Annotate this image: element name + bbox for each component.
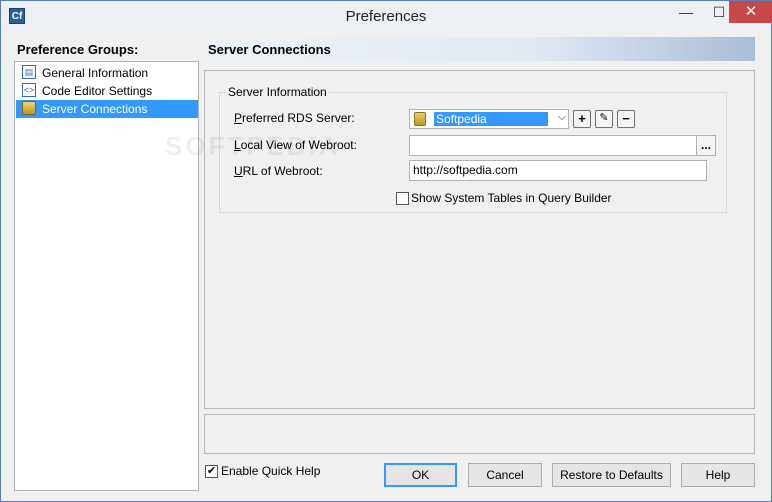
url-of-webroot-input[interactable]: http://softpedia.com: [409, 160, 707, 181]
server-icon: [414, 112, 426, 126]
general-info-icon: ▤: [22, 65, 36, 79]
preferences-window: Cf Preferences — ☐ ✕ Preference Groups: …: [0, 0, 772, 502]
url-of-webroot-label-mnemonic: U: [234, 164, 243, 178]
preference-groups-tree[interactable]: ▤ General Information <> Code Editor Set…: [14, 61, 199, 491]
tree-item-label: General Information: [42, 66, 149, 80]
show-system-tables-label: Show System Tables in Query Builder: [411, 191, 612, 205]
section-header: Server Connections: [204, 37, 755, 61]
enable-quick-help-checkbox[interactable]: ✔: [205, 465, 218, 478]
preferred-rds-server-label-mnemonic: P: [234, 111, 243, 125]
server-connections-icon: [22, 101, 36, 115]
tree-item-general-information[interactable]: ▤ General Information: [16, 64, 198, 82]
url-of-webroot-label: URL of Webroot:: [234, 164, 323, 178]
preference-groups-title: Preference Groups:: [17, 42, 139, 57]
ok-button[interactable]: OK: [384, 463, 457, 487]
group-title: Server Information: [226, 85, 329, 99]
tree-item-server-connections[interactable]: Server Connections: [16, 100, 198, 118]
tree-item-code-editor-settings[interactable]: <> Code Editor Settings: [16, 82, 198, 100]
content-panel: Server Information Preferred RDS Server:…: [165, 70, 755, 409]
title-bar[interactable]: Cf Preferences — ☐ ✕: [1, 1, 772, 32]
section-title: Server Connections: [208, 42, 331, 57]
code-editor-icon: <>: [22, 83, 36, 97]
cancel-button[interactable]: Cancel: [468, 463, 542, 487]
close-button[interactable]: ✕: [729, 1, 772, 23]
remove-server-button[interactable]: −: [617, 110, 635, 128]
show-system-tables-checkbox[interactable]: [396, 192, 409, 205]
restore-defaults-button[interactable]: Restore to Defaults: [552, 463, 671, 487]
preferred-rds-server-label: Preferred RDS Server:: [234, 111, 355, 125]
chevron-down-icon[interactable]: ⌵: [558, 111, 566, 124]
url-of-webroot-label-text: RL of Webroot:: [242, 164, 323, 178]
tree-item-label: Server Connections: [42, 102, 148, 116]
browse-button[interactable]: ...: [696, 135, 716, 156]
window-title: Preferences: [345, 8, 427, 25]
local-view-webroot-input[interactable]: [409, 135, 707, 156]
quick-help-panel: [204, 414, 755, 454]
tree-item-label: Code Editor Settings: [42, 84, 153, 98]
add-server-button[interactable]: +: [573, 110, 591, 128]
minimize-button[interactable]: —: [671, 1, 701, 23]
edit-server-button[interactable]: ✎: [595, 110, 613, 128]
help-button[interactable]: Help: [681, 463, 755, 487]
rds-server-value: Softpedia: [434, 112, 548, 126]
watermark: SOFTPEDIA: [165, 131, 341, 161]
preferred-rds-server-combo[interactable]: Softpedia ⌵: [409, 109, 569, 129]
preferred-rds-server-label-text: referred RDS Server:: [242, 111, 355, 125]
enable-quick-help-label: Enable Quick Help: [221, 464, 321, 478]
